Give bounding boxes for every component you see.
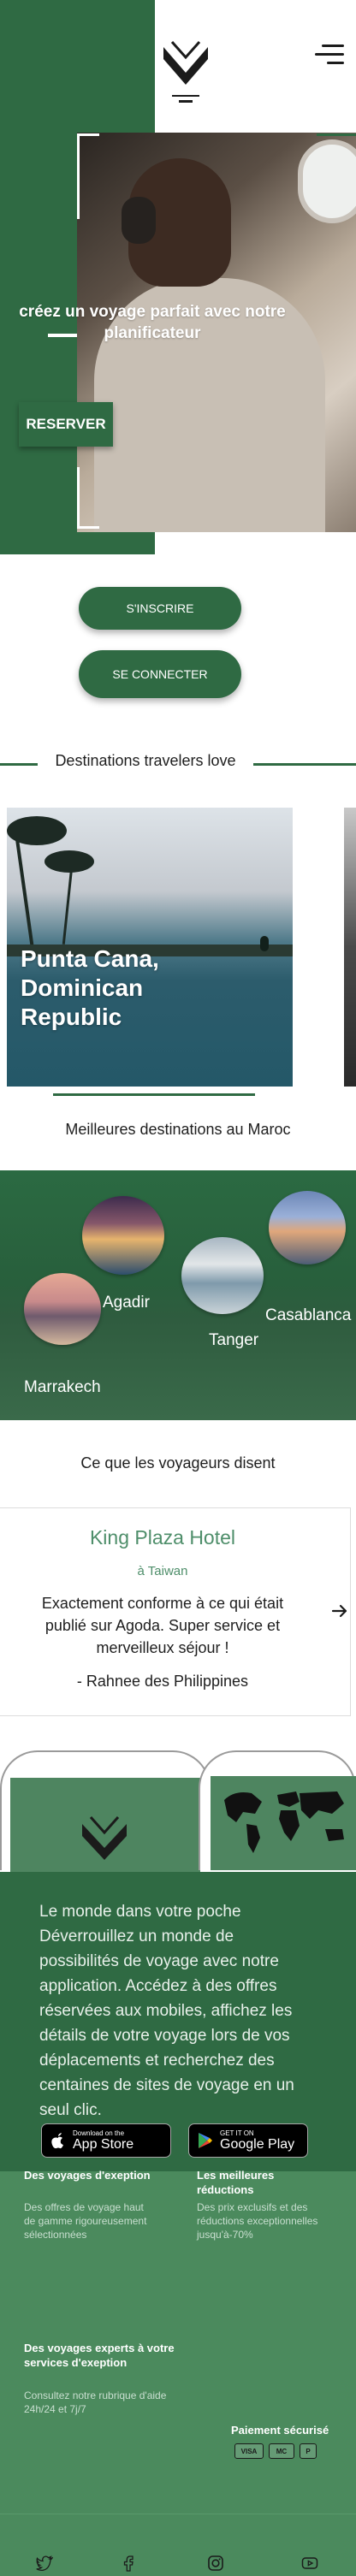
headphones — [122, 197, 156, 244]
signup-button[interactable]: S'INSCRIRE — [79, 587, 241, 630]
city-image-casablanca[interactable] — [269, 1191, 346, 1264]
reviews-heading: Ce que les voyageurs disent — [80, 1454, 276, 1472]
chevron-wings-logo-icon — [82, 1816, 127, 1860]
arrow-right-icon[interactable] — [330, 1602, 349, 1620]
google-play-label: Google Play — [220, 2136, 295, 2152]
app-store-label: App Store — [73, 2136, 134, 2152]
paypal-icon: P — [300, 2443, 317, 2459]
palm-trunk — [14, 828, 34, 948]
hamburger-menu-icon[interactable] — [315, 44, 344, 67]
world-map-icon — [224, 1791, 344, 1853]
apple-icon — [51, 2133, 63, 2149]
facebook-icon[interactable] — [120, 2555, 137, 2572]
city-label-casablanca[interactable]: Casablanca — [265, 1306, 351, 1325]
visa-icon: VISA — [234, 2443, 264, 2459]
heading-line-left — [0, 763, 38, 766]
city-label-agadir[interactable]: Agadir — [103, 1294, 150, 1312]
city-label-tanger[interactable]: Tanger — [209, 1331, 258, 1350]
frame-corner-bottom-left — [77, 467, 99, 529]
card-underline — [53, 1093, 255, 1096]
youtube-icon[interactable] — [301, 2555, 318, 2572]
frame-top-right-accent — [317, 133, 356, 136]
heading-line-right — [253, 763, 356, 766]
footer-col1-title: Des voyages d'exeption — [24, 2169, 151, 2182]
payment-icons: VISA MC P — [234, 2443, 320, 2461]
reserve-button[interactable]: RESERVER — [19, 402, 113, 447]
footer-col3-text: Consultez notre rubrique d'aide 24h/24 e… — [24, 2389, 167, 2415]
google-play-small-label: GET IT ON — [220, 2129, 254, 2137]
palm-leaves — [7, 816, 67, 845]
review-hotel-location: à Taiwan — [137, 1564, 188, 1578]
frame-corner-top-left — [77, 133, 99, 219]
plane-window — [298, 139, 356, 223]
city-image-agadir[interactable] — [82, 1196, 164, 1275]
app-store-button[interactable]: Download on the App Store — [41, 2123, 171, 2158]
google-play-icon — [199, 2133, 212, 2148]
palm-leaves — [44, 850, 94, 873]
destination-card-next[interactable] — [344, 808, 356, 1087]
login-button[interactable]: SE CONNECTER — [79, 650, 241, 698]
chevron-wings-logo-icon[interactable] — [160, 38, 211, 109]
instagram-icon[interactable] — [207, 2555, 224, 2572]
destination-card-title: Punta Cana, Dominican Republic — [21, 945, 159, 1030]
app-store-small-label: Download on the — [73, 2129, 125, 2137]
twitter-icon[interactable] — [36, 2555, 53, 2572]
city-image-tanger[interactable] — [181, 1237, 264, 1314]
maroc-heading: Meilleures destinations au Maroc — [65, 1121, 291, 1138]
hero-title: créez un voyage parfait avec notre plani… — [19, 303, 286, 342]
destinations-heading: Destinations travelers love — [55, 752, 236, 769]
swimmer — [260, 936, 269, 951]
google-play-button[interactable]: GET IT ON Google Play — [188, 2123, 308, 2158]
review-hotel-name: King Plaza Hotel — [89, 1526, 236, 1549]
hero-dash-divider — [48, 334, 77, 337]
city-image-marrakech[interactable] — [24, 1273, 101, 1345]
mastercard-icon: MC — [269, 2443, 294, 2459]
footer-col2-text: Des prix exclusifs et des réductions exc… — [197, 2201, 318, 2241]
footer-col3-title: Des voyages experts à votre services d'e… — [24, 2342, 175, 2369]
city-label-marrakech[interactable]: Marrakech — [24, 1378, 101, 1397]
footer-col1-text: Des offres de voyage haut de gamme rigou… — [24, 2201, 147, 2241]
payment-title: Paiement sécurisé — [231, 2424, 329, 2437]
destination-card[interactable]: Punta Cana, Dominican Republic — [7, 808, 293, 1087]
review-author: - Rahnee des Philippines — [76, 1673, 249, 1690]
footer-col2-title: Les meilleures réductions — [197, 2169, 275, 2196]
review-text: Exactement conforme à ce qui était publi… — [41, 1595, 284, 1656]
app-promo-text: Le monde dans votre poche Déverrouillez … — [39, 1903, 294, 2119]
